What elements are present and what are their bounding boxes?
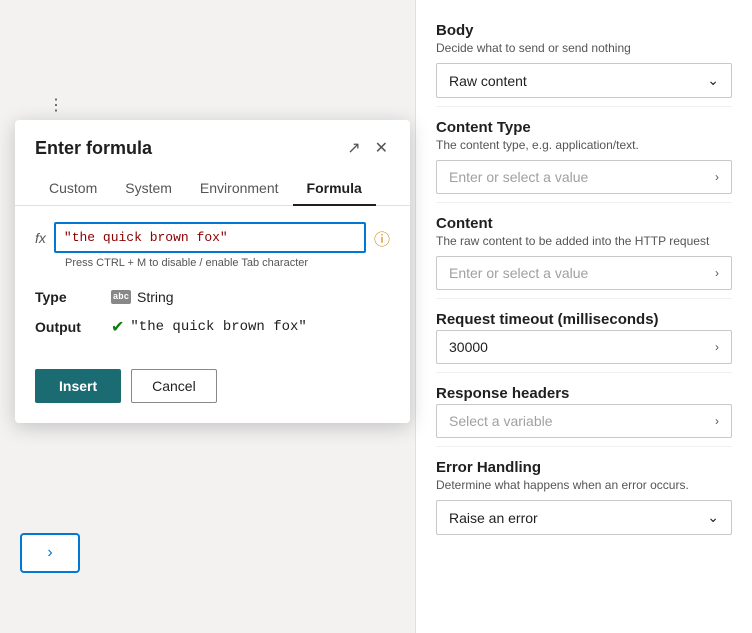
formula-area: fx ⓘ Press CTRL + M to disable / enable … [15,206,410,273]
content-placeholder: Enter or select a value [449,265,588,281]
content-input[interactable]: Enter or select a value › [436,256,732,290]
modal-footer: Insert Cancel [15,357,410,403]
arrow-right-icon: › [47,544,52,562]
content-type-input[interactable]: Enter or select a value › [436,160,732,194]
content-type-subtitle: The content type, e.g. application/text. [436,138,732,152]
output-text: "the quick brown fox" [130,319,306,335]
response-headers-placeholder: Select a variable [449,413,553,429]
content-title: Content [436,215,732,232]
info-icon: ⓘ [374,226,390,250]
tab-custom[interactable]: Custom [35,172,111,206]
error-handling-dropdown[interactable]: Raise an error ⌄ [436,500,732,535]
formula-tabs: Custom System Environment Formula [15,172,410,206]
type-row: Type abc String [35,289,390,305]
error-handling-subtitle: Determine what happens when an error occ… [436,478,732,492]
body-chevron-down-icon: ⌄ [707,72,719,89]
response-headers-title: Response headers [436,385,732,402]
content-section: Content The raw content to be added into… [436,215,732,290]
canvas-dots: ⋮ [48,95,66,115]
divider-2 [436,202,732,203]
divider-4 [436,372,732,373]
close-button[interactable]: ✕ [373,136,390,160]
canvas-next-button[interactable]: › [20,533,80,573]
content-type-chevron-right-icon: › [715,170,719,184]
enter-formula-dialog: Enter formula ↗ ✕ Custom System Environm… [15,120,410,423]
check-icon: ✔ [111,317,124,337]
timeout-input[interactable]: 30000 › [436,330,732,364]
content-subtitle: The raw content to be added into the HTT… [436,234,732,248]
response-headers-input[interactable]: Select a variable › [436,404,732,438]
divider-3 [436,298,732,299]
formula-hint: Press CTRL + M to disable / enable Tab c… [35,257,390,269]
content-type-placeholder: Enter or select a value [449,169,588,185]
divider-1 [436,106,732,107]
output-row: Output ✔ "the quick brown fox" [35,317,390,337]
body-subtitle: Decide what to send or send nothing [436,41,732,55]
content-type-section: Content Type The content type, e.g. appl… [436,119,732,194]
content-chevron-right-icon: › [715,266,719,280]
formula-details: Type abc String Output ✔ "the quick brow… [15,273,410,357]
fx-label: fx [35,230,46,246]
type-value: abc String [111,289,174,305]
timeout-title: Request timeout (milliseconds) [436,311,732,328]
cancel-button[interactable]: Cancel [131,369,217,403]
error-handling-value: Raise an error [449,510,538,526]
body-section: Body Decide what to send or send nothing… [436,22,732,98]
right-panel: Body Decide what to send or send nothing… [415,0,752,633]
output-label: Output [35,319,95,335]
tab-environment[interactable]: Environment [186,172,293,206]
output-value: ✔ "the quick brown fox" [111,317,307,337]
response-headers-section: Response headers Select a variable › [436,385,732,438]
body-title: Body [436,22,732,39]
string-type-icon: abc [111,290,131,304]
divider-5 [436,446,732,447]
content-type-title: Content Type [436,119,732,136]
formula-input-row: fx ⓘ [35,222,390,253]
error-handling-chevron-down-icon: ⌄ [707,509,719,526]
timeout-value: 30000 [449,339,488,355]
expand-button[interactable]: ↗ [345,136,362,160]
formula-input[interactable] [54,222,366,253]
tab-formula[interactable]: Formula [293,172,376,206]
close-icon: ✕ [375,138,388,158]
insert-button[interactable]: Insert [35,369,121,403]
tab-system[interactable]: System [111,172,186,206]
error-handling-title: Error Handling [436,459,732,476]
error-handling-section: Error Handling Determine what happens wh… [436,459,732,535]
request-timeout-section: Request timeout (milliseconds) 30000 › [436,311,732,364]
body-dropdown[interactable]: Raw content ⌄ [436,63,732,98]
type-text: String [137,289,174,305]
type-label: Type [35,289,95,305]
timeout-chevron-right-icon: › [715,340,719,354]
expand-icon: ↗ [347,138,360,158]
modal-title: Enter formula [35,138,152,159]
left-panel: ⋮ › Enter formula ↗ ✕ Custom System Envi… [0,0,415,633]
modal-header: Enter formula ↗ ✕ [15,120,410,172]
body-dropdown-value: Raw content [449,73,527,89]
response-headers-chevron-right-icon: › [715,414,719,428]
modal-header-actions: ↗ ✕ [345,136,390,160]
